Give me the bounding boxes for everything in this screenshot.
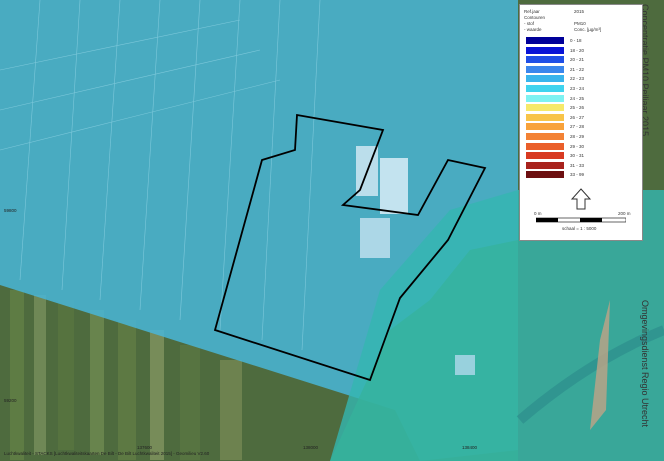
legend-class-row: 30 - 31 [526,152,636,160]
legend-class-label: 33 - 99 [570,172,585,178]
legend-swatch [526,171,564,179]
scale-bar [536,217,626,223]
legend-class-row: 23 - 24 [526,85,636,93]
legend-class-label: 30 - 31 [570,153,585,159]
coord-x-3: 138400 [462,445,478,450]
legend-class-row: 20 - 21 [526,56,636,64]
contour-item-2: - waarde [524,27,542,32]
legend-swatch [526,56,564,64]
legend-swatch [526,113,564,121]
legend-swatch [526,104,564,112]
legend-class-row: 26 - 27 [526,113,636,122]
contour-item-1: - stof [524,21,535,26]
legend-class-row: 22 - 23 [526,75,636,83]
legend-class-label: 25 - 26 [570,105,585,111]
legend-class-row: 31 - 33 [526,161,636,170]
legend-swatch [526,123,564,131]
component-label: PM10 [574,21,586,26]
source-footer: Luchtkwaliteit - STACKS [Luchtkwaliteits… [4,451,210,456]
legend-swatch [526,94,564,102]
legend-class-row: 24 - 25 [526,94,636,103]
refjaar-value: 2015 [574,9,585,14]
legend-class-label: 24 - 25 [570,95,585,101]
legend-class-label: 23 - 24 [570,86,585,91]
legend-class-label: 22 - 23 [570,76,585,82]
legend-swatch [526,46,564,54]
legend-class-row: 18 - 20 [526,46,636,55]
legend-swatch [526,161,564,169]
legend-swatch [526,37,564,44]
legend-class-row: 29 - 30 [526,142,636,151]
legend-swatch [526,142,564,150]
scale-start-label: 0 m [534,211,542,216]
legend-class-label: 26 - 27 [570,114,585,120]
legend-swatch [526,65,564,73]
legend-swatch [526,133,564,140]
legend-class-label: 18 - 20 [570,47,585,53]
legend-swatch [526,152,564,160]
map-legend: Ref.jaar 2015 Contouren - stof - waarde … [519,4,643,241]
legend-class-row: 33 - 99 [526,171,636,179]
legend-class-label: 27 - 28 [570,124,585,130]
organisation-title: Omgevingsdienst Regio Utrecht [640,300,650,428]
coord-y-1: 59800 [4,208,17,213]
legend-class-label: 31 - 33 [570,162,585,168]
coord-x-1: 137600 [137,445,153,450]
legend-swatch [526,75,564,83]
legend-class-label: 0 - 18 [570,38,582,43]
unit-label: Conc. [µg/m³] [574,27,602,32]
scale-text: schaal = 1 : 5000 [562,226,597,231]
legend-class-row: 25 - 26 [526,104,636,112]
legend-class-row: 28 - 29 [526,133,636,141]
scale-end-label: 200 m [618,211,631,216]
contouren-label: Contouren [524,15,546,20]
legend-class-label: 29 - 30 [570,143,585,149]
legend-class-label: 20 - 21 [570,57,585,63]
refjaar-label: Ref.jaar [524,9,540,14]
coord-y-2: 59200 [4,398,17,403]
legend-swatch [526,85,564,92]
legend-class-row: 21 - 22 [526,65,636,74]
coord-x-2: 138000 [303,445,319,450]
legend-class-label: 21 - 22 [570,66,585,72]
legend-class-label: 28 - 29 [570,134,585,139]
legend-class-row: 27 - 28 [526,123,636,131]
legend-class-row: 0 - 18 [526,37,636,45]
north-arrow-icon [570,188,592,210]
